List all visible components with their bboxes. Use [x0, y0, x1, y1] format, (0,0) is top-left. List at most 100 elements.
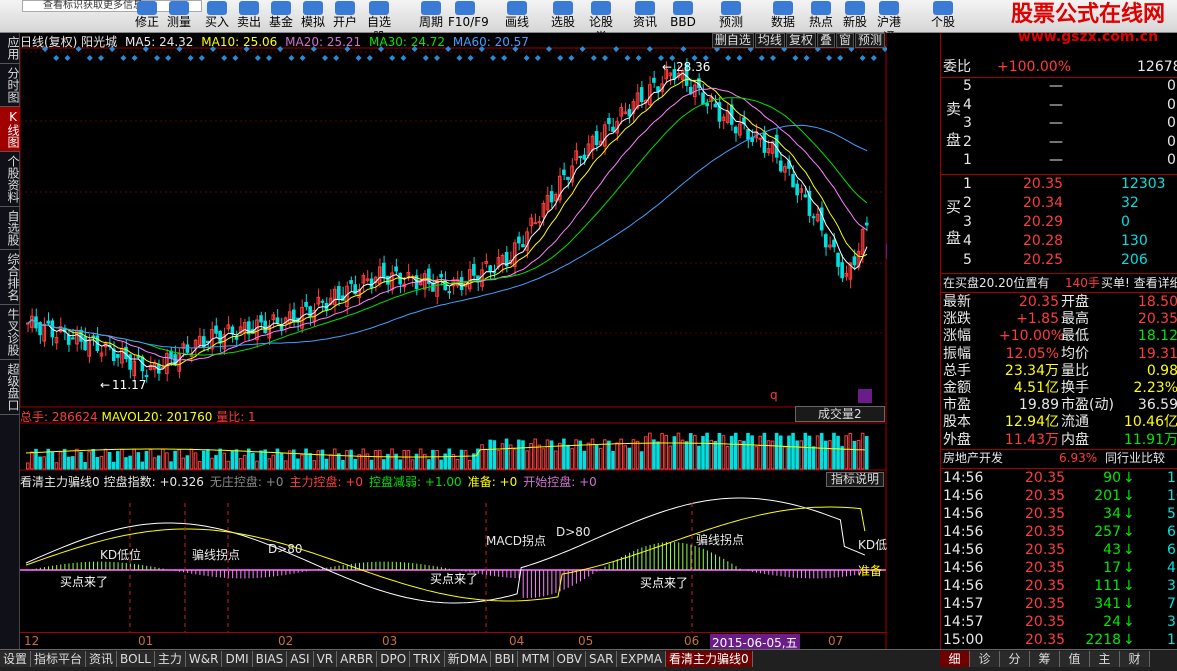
- signal-diamond-icon: [501, 55, 508, 61]
- toolbar-button-17[interactable]: 热点: [804, 0, 838, 33]
- left-tab-6[interactable]: 牛叉诊股: [0, 305, 20, 360]
- quote-tab-4[interactable]: 值: [1060, 651, 1090, 667]
- indicator-tab-16[interactable]: OBV: [553, 651, 587, 667]
- indicator-tab-14[interactable]: BBI: [491, 651, 519, 667]
- indicator-tab-3[interactable]: BOLL: [117, 651, 155, 667]
- toolbar-button-0[interactable]: 修正: [130, 0, 164, 33]
- left-tab-5[interactable]: 综合排名: [0, 250, 20, 305]
- volume-bar: [197, 461, 202, 470]
- indicator-tab-19[interactable]: 看清主力骗线0: [666, 651, 753, 667]
- chart-button-1[interactable]: 均线: [754, 33, 785, 48]
- indicator-tab-2[interactable]: 资讯: [86, 651, 118, 667]
- toolbar-button-12[interactable]: 论股堂: [584, 0, 618, 44]
- indicator-tab-7[interactable]: BIAS: [252, 651, 288, 667]
- stat-label: 开盘: [1061, 294, 1089, 310]
- toolbar-button-1[interactable]: 测量: [162, 0, 196, 33]
- indicator-tab-18[interactable]: EXPMA: [617, 651, 667, 667]
- toolbar-button-20[interactable]: 个股: [926, 0, 960, 33]
- toolbar-button-15[interactable]: 预测: [714, 0, 748, 33]
- kline-chart-svg[interactable]: 29.3225.5321.6917.9014.0618.44←28.36←11.…: [20, 33, 887, 649]
- chart-button-5[interactable]: 预测: [854, 33, 885, 48]
- toolbar-button-10[interactable]: 画线: [500, 0, 534, 33]
- volume-bar: [66, 456, 71, 470]
- toolbar-icon-9: [455, 1, 475, 15]
- tick-row: 14:56 20.35 90↓ 15: [941, 470, 1177, 487]
- quote-tab-6[interactable]: 财: [1120, 651, 1150, 667]
- quote-tab-0[interactable]: 细: [940, 651, 970, 667]
- indicator-tab-17[interactable]: SAR: [586, 651, 618, 667]
- indicator-help-button[interactable]: 指标说明: [826, 472, 884, 487]
- toolbar-button-2[interactable]: 买入: [200, 0, 234, 33]
- toolbar-button-18[interactable]: 新股: [838, 0, 872, 33]
- indicator-tab-9[interactable]: VR: [313, 651, 338, 667]
- toolbar-button-16[interactable]: 数据: [766, 0, 800, 33]
- candle-body: [607, 117, 611, 125]
- chart-button-3[interactable]: 叠: [816, 33, 835, 48]
- indicator-tab-6[interactable]: DMI: [222, 651, 253, 667]
- volume-bar: [623, 445, 628, 470]
- stat-label: 市盈: [943, 397, 971, 414]
- toolbar-icon-14: [673, 1, 693, 15]
- toolbar-button-6[interactable]: 开户: [328, 0, 362, 33]
- stat-label: 最低: [1061, 328, 1089, 345]
- quote-tab-3[interactable]: 筹: [1030, 651, 1060, 667]
- indicator-tab-8[interactable]: ASI: [287, 651, 314, 667]
- signal-diamond-icon: [288, 55, 295, 61]
- volume-bar: [733, 432, 738, 470]
- stat-label: 总手: [943, 362, 971, 379]
- buy-volume: 206: [1121, 252, 1148, 268]
- toolbar-button-3[interactable]: 卖出: [232, 0, 266, 33]
- indicator-tab-11[interactable]: DPO: [377, 651, 411, 667]
- quote-tab-2[interactable]: 分: [1000, 651, 1030, 667]
- toolbar-icon-20: [933, 1, 953, 15]
- indicator-tab-10[interactable]: ARBR: [337, 651, 378, 667]
- toolbar-button-label: 基金: [268, 15, 293, 29]
- notice-row[interactable]: 在买盘20.20位置有 140手 买单! 查看详细: [941, 275, 1177, 292]
- industry-compare-button[interactable]: 同行业比较: [1105, 450, 1165, 467]
- toolbar-button-7[interactable]: 自选股: [362, 0, 396, 44]
- indicator-tab-15[interactable]: MTM: [518, 651, 554, 667]
- stat-value: 19.89: [1018, 397, 1059, 414]
- left-tab-2[interactable]: K线图: [0, 107, 20, 152]
- candle-body: [447, 291, 452, 294]
- quote-tab-1[interactable]: 诊: [970, 651, 1000, 667]
- volume-indicator-select[interactable]: 成交量2: [795, 406, 885, 422]
- quote-tab-5[interactable]: 主: [1090, 651, 1120, 667]
- current-price-box: [886, 244, 887, 259]
- volume-bar: [774, 432, 779, 470]
- candle-body: [386, 275, 390, 285]
- indicator-tab-12[interactable]: TRIX: [410, 651, 445, 667]
- toolbar-button-label: 预测: [718, 15, 743, 29]
- indicator-tab-5[interactable]: W&R: [185, 651, 223, 667]
- toolbar-button-5[interactable]: 模拟: [296, 0, 330, 33]
- indicator-tab-0[interactable]: 设置: [0, 651, 32, 667]
- indicator-tab-13[interactable]: 新DMA: [444, 651, 492, 667]
- toolbar-button-14[interactable]: BBD: [666, 0, 700, 33]
- toolbar-button-11[interactable]: 选股: [546, 0, 580, 33]
- chart-button-2[interactable]: 复权: [785, 33, 816, 48]
- left-tab-3[interactable]: 个股资料: [0, 152, 20, 207]
- left-tab-4[interactable]: 自选股: [0, 207, 20, 250]
- volume-bar: [684, 441, 689, 470]
- chart-button-0[interactable]: 删自选: [711, 33, 754, 48]
- volume-bar: [210, 457, 214, 470]
- signal-diamond-icon: [434, 55, 440, 61]
- volume-bar: [844, 435, 849, 470]
- toolbar-button-8[interactable]: 周期: [414, 0, 448, 33]
- left-tab-1[interactable]: 分时图: [0, 64, 20, 107]
- toolbar-button-4[interactable]: 基金: [264, 0, 298, 33]
- toolbar-button-13[interactable]: 资讯: [628, 0, 662, 33]
- toolbar-button-9[interactable]: F10/F9: [448, 0, 489, 33]
- toolbar-button-19[interactable]: 沪港通: [872, 0, 906, 44]
- chart-button-4[interactable]: 窗: [835, 33, 854, 48]
- left-tab-0[interactable]: 应用: [0, 33, 20, 64]
- left-tab-7[interactable]: 超级盘口: [0, 360, 20, 415]
- volume-bar: [701, 436, 705, 470]
- indicator-tab-4[interactable]: 主力: [154, 651, 186, 667]
- volume-bar: [427, 459, 431, 470]
- sell-level: 2: [963, 133, 972, 150]
- indicator-tab-1[interactable]: 指标平台: [31, 651, 87, 667]
- candle-body: [26, 322, 30, 325]
- volume-bar: [512, 448, 517, 470]
- volume-bar: [463, 450, 468, 470]
